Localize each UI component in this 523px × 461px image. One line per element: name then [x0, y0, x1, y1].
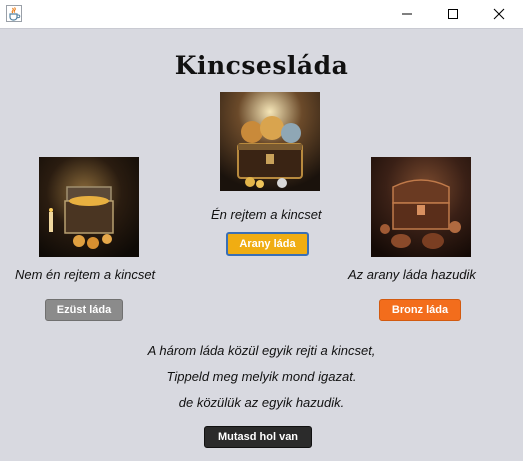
maximize-button[interactable]	[430, 0, 476, 28]
main-panel: Kincsesláda Én rejtem a kincset Nem én r…	[0, 28, 523, 461]
gold-chest-button[interactable]: Arany láda	[226, 232, 309, 256]
bronze-chest-statement: Az arany láda hazudik	[348, 267, 476, 282]
minimize-icon	[402, 13, 412, 15]
gold-chest-statement: Én rejtem a kincset	[211, 207, 322, 222]
gold-treasure-chest-image	[220, 92, 320, 191]
silver-chest-button[interactable]: Ezüst láda	[45, 299, 123, 321]
window-titlebar	[0, 0, 523, 28]
bronze-chest-button[interactable]: Bronz láda	[379, 299, 461, 321]
instruction-line-3: de közülük az egyik hazudik.	[178, 395, 345, 410]
silver-chest-statement: Nem én rejtem a kincset	[15, 267, 156, 282]
close-icon	[493, 8, 505, 20]
java-cup-icon	[6, 5, 22, 22]
instruction-line-2: Tippeld meg melyik mond igazat.	[166, 369, 357, 384]
instruction-line-1: A három láda közül egyik rejti a kincset…	[147, 343, 376, 358]
maximize-icon	[448, 9, 458, 19]
silver-treasure-chest-image	[39, 157, 139, 257]
bronze-treasure-chest-image	[371, 157, 471, 257]
minimize-button[interactable]	[384, 0, 430, 28]
page-title: Kincsesláda	[174, 51, 349, 80]
close-button[interactable]	[476, 0, 522, 28]
reveal-location-button[interactable]: Mutasd hol van	[204, 426, 312, 448]
